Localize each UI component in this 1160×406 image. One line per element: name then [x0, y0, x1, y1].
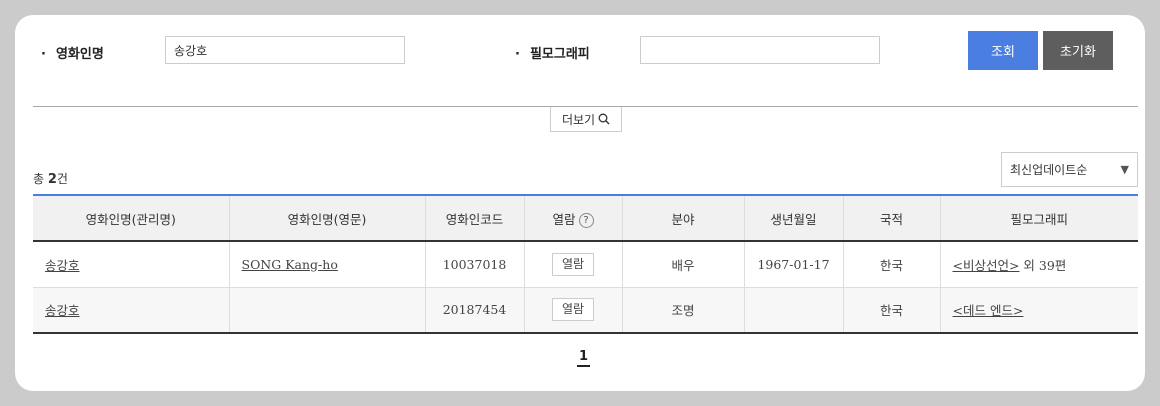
- triangle-down-icon: ▼: [1120, 163, 1129, 176]
- person-code: 20187454: [424, 287, 524, 333]
- name-input[interactable]: [165, 36, 405, 64]
- filmography-link[interactable]: <비상선언>: [953, 258, 1020, 273]
- person-name-link[interactable]: 송강호: [45, 303, 80, 318]
- filmography-extra: 외 39편: [1019, 257, 1067, 273]
- pagination-page-current[interactable]: 1: [577, 349, 591, 367]
- person-name-en-link[interactable]: SONG Kang-ho: [242, 257, 338, 272]
- person-birth: 1967-01-17: [743, 241, 843, 287]
- view-button[interactable]: 열람: [552, 252, 594, 276]
- person-field: 조명: [621, 287, 744, 333]
- results-table: 영화인명(관리명) 영화인명(영문) 영화인코드 열람? 분야 생년월일 국적 …: [33, 194, 1138, 334]
- filmo-input[interactable]: [640, 36, 880, 64]
- filmo-field-label: · 필모그래피: [515, 47, 590, 62]
- search-button[interactable]: 조회: [968, 31, 1038, 70]
- sort-select[interactable]: 최신업데이트순 ▼: [1001, 152, 1138, 187]
- search-form: ·영화인명 ·필모그래피 조회 초기화: [15, 15, 1145, 85]
- more-button[interactable]: 더보기: [550, 107, 622, 132]
- table-row: 송강호 20187454 열람 조명 한국 <데드 엔드>: [33, 287, 1138, 333]
- filmography-link[interactable]: <데드 엔드>: [953, 303, 1024, 318]
- result-count: 총 2건: [33, 172, 68, 187]
- table-row: 송강호 SONG Kang-ho 10037018 열람 배우 1967-01-…: [33, 241, 1138, 287]
- person-code: 10037018: [424, 241, 524, 287]
- person-birth: [743, 287, 843, 333]
- header-name: 영화인명(관리명): [85, 211, 176, 227]
- name-field-label: · 영화인명: [41, 47, 104, 62]
- header-name-en: 영화인명(영문): [228, 195, 425, 241]
- header-filmo: 필모그래피: [939, 195, 1138, 241]
- header-code: 영화인코드: [424, 195, 524, 241]
- view-button[interactable]: 열람: [552, 298, 594, 322]
- search-panel: ·영화인명 ·필모그래피 조회 초기화 더보기 총 2건 최신업데이트순 ▼: [15, 15, 1145, 391]
- reset-button[interactable]: 초기화: [1043, 31, 1113, 70]
- person-nation: 한국: [842, 287, 940, 333]
- results-table-wrap: 영화인명(관리명) 영화인명(영문) 영화인코드 열람? 분야 생년월일 국적 …: [33, 194, 1138, 334]
- header-birth: 생년월일: [743, 195, 843, 241]
- sort-selected-label: 최신업데이트순: [1010, 163, 1088, 177]
- person-nation: 한국: [842, 241, 940, 287]
- header-nation: 국적: [842, 195, 940, 241]
- person-field: 배우: [621, 241, 744, 287]
- person-name-link[interactable]: 송강호: [45, 258, 80, 273]
- more-label: 더보기: [561, 112, 596, 127]
- header-view: 열람?: [523, 195, 622, 241]
- help-icon[interactable]: ?: [578, 212, 594, 228]
- table-header-row: 영화인명(관리명) 영화인명(영문) 영화인코드 열람? 분야 생년월일 국적 …: [33, 195, 1138, 241]
- header-field: 분야: [621, 195, 744, 241]
- search-icon: [598, 113, 610, 125]
